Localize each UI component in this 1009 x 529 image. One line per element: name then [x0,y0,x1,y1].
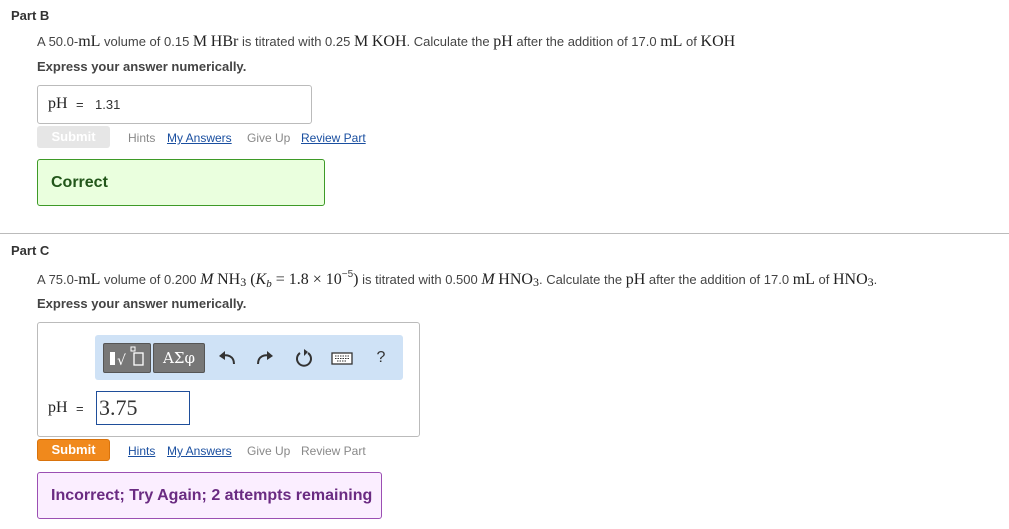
feedback-text: Correct [51,174,108,191]
symbol-ph: pH [625,271,646,288]
incorrect-feedback: Incorrect; Try Again; 2 attempts remaini… [37,472,382,519]
formula-hbr: HBr [210,33,239,50]
my-answers-link[interactable]: My Answers [167,444,232,458]
unit-molar: M [353,33,369,50]
formula-text: NH [217,271,241,288]
part-b-answer-box: pH = 1.31 [37,85,312,124]
equals-sign: = [76,97,84,112]
question-text: A 50.0- [37,34,79,49]
question-text: A 75.0- [37,272,79,287]
hints-link[interactable]: Hints [128,444,155,458]
question-text: volume of 0.15 [100,34,193,49]
formula-koh: KOH [700,33,736,50]
part-b-instruction: Express your answer numerically. [37,59,247,74]
question-text: after the addition of 17.0 [645,272,793,287]
template-button[interactable]: √ [103,343,151,373]
formula-koh: KOH [371,33,407,50]
answer-value: 1.31 [95,97,121,112]
greek-symbols-button[interactable]: ΑΣφ [153,343,205,373]
question-text: after the addition of 17.0 [512,34,661,49]
answer-label: pH [48,399,68,416]
give-up-link[interactable]: Give Up [247,444,290,458]
question-text: . Calculate the [406,34,494,49]
kb-value: = 1.8 × 10 [271,271,342,288]
part-c-question: A 75.0-mL volume of 0.200 M NH3 (Kb = 1.… [37,269,877,290]
question-text: of [814,272,833,287]
unit-molar: M [200,271,214,288]
symbol-ph: pH [493,33,513,50]
review-part-link[interactable]: Review Part [301,444,366,458]
question-text: is titrated with 0.25 [238,34,354,49]
answer-label: pH [48,95,68,112]
paren: ( [246,271,256,288]
undo-icon[interactable] [215,347,241,369]
submit-button-disabled[interactable]: Submit [37,126,110,148]
help-button[interactable]: ? [371,347,391,369]
section-divider [0,233,1009,234]
unit-ml: mL [792,271,815,288]
math-toolbar: √ ΑΣφ ? [95,335,403,380]
formula-hno3: HNO3 [832,271,874,289]
hints-link[interactable]: Hints [128,131,155,145]
review-part-link[interactable]: Review Part [301,131,366,145]
correct-feedback: Correct [37,159,325,206]
formula-text: HNO [832,271,868,288]
give-up-link[interactable]: Give Up [247,131,290,145]
question-text: of [682,34,701,49]
submit-button[interactable]: Submit [37,439,110,461]
unit-ml: mL [78,271,101,288]
equals-sign: = [76,401,84,416]
ph-answer-input[interactable]: 3.75 [96,391,190,425]
unit-ml: mL [660,33,683,50]
answer-value: 3.75 [99,395,138,420]
feedback-text: Incorrect; Try Again; 2 attempts remaini… [51,487,373,504]
template-icon: √ [104,346,150,375]
part-b-title: Part B [11,8,50,23]
part-c-instruction: Express your answer numerically. [37,296,247,311]
formula-hno3: HNO3 [498,271,539,289]
question-text: is titrated with 0.500 [358,272,482,287]
part-c-answer-box: √ ΑΣφ ? pH = 3.75 [37,322,420,437]
exponent: −5 [341,269,354,280]
reset-icon[interactable] [291,347,317,369]
part-b-question: A 50.0-mL volume of 0.15 M HBr is titrat… [37,33,735,51]
unit-ml: mL [78,33,101,50]
period: . [873,272,878,287]
svg-text:√: √ [117,353,126,369]
formula-nh3: NH3 [217,271,246,289]
question-text: volume of 0.200 [100,272,201,287]
unit-molar: M [192,33,208,50]
question-text: . Calculate the [538,272,626,287]
redo-icon[interactable] [251,347,277,369]
unit-molar: M [481,271,495,288]
formula-text: HNO [498,271,533,288]
part-c-title: Part C [11,243,50,258]
keyboard-icon[interactable] [329,348,355,368]
my-answers-link[interactable]: My Answers [167,131,232,145]
kb-symbol: K [255,271,267,288]
